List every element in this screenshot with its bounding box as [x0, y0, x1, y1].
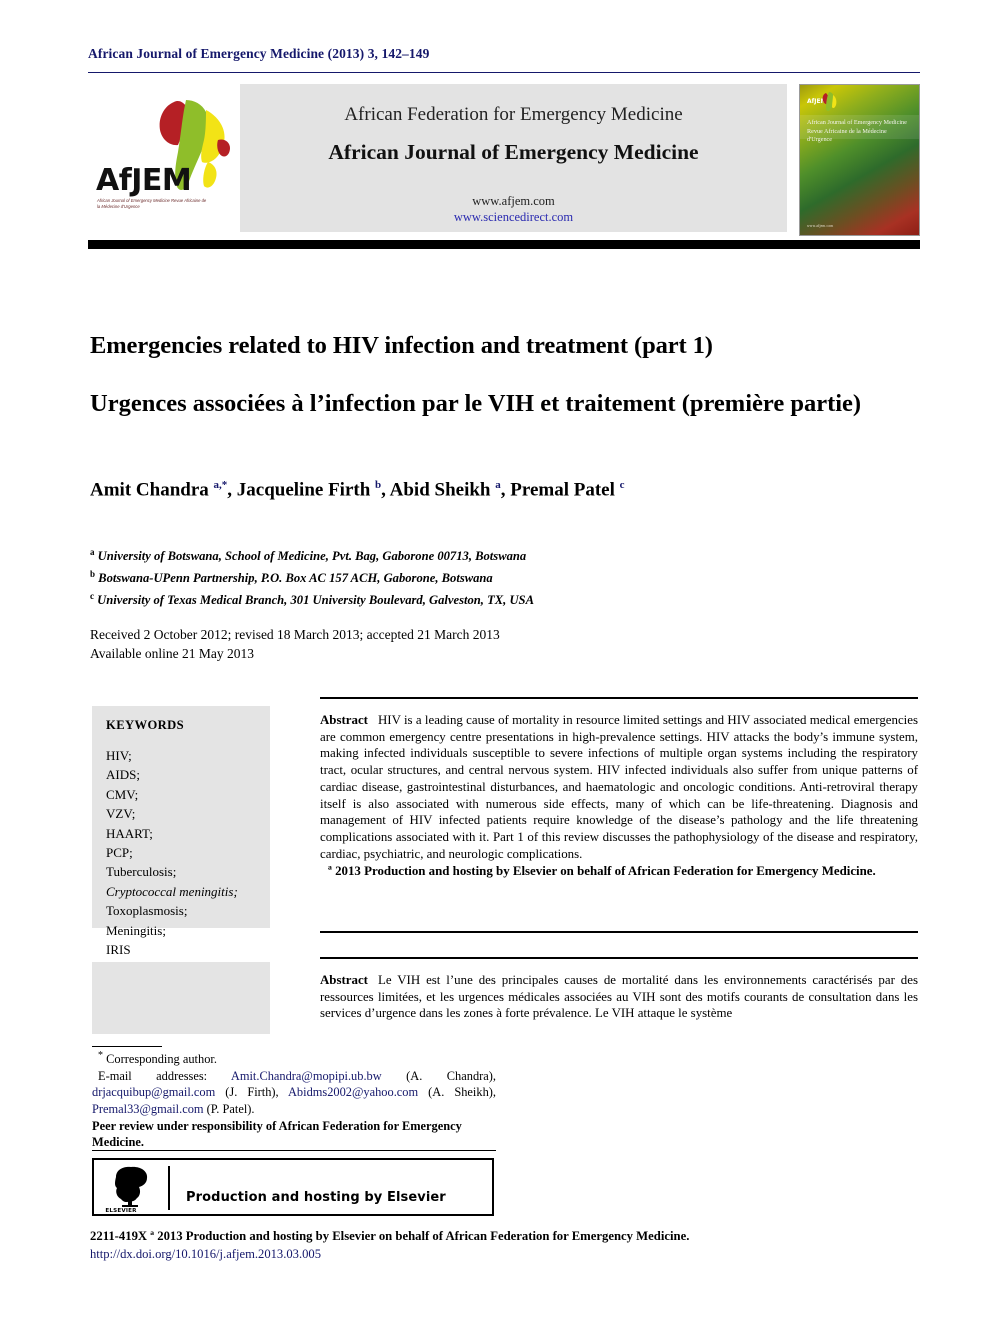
affiliation-text: University of Botswana, School of Medici… [94, 549, 527, 564]
author-separator: , [381, 479, 390, 501]
abstract-english-copyright: ª 2013 Production and hosting by Elsevie… [328, 864, 876, 879]
dates-received-line: Received 2 October 2012; revised 18 Marc… [90, 627, 500, 642]
elsevier-production-box: ELSEVIER Production and hosting by Elsev… [92, 1158, 494, 1216]
corresponding-author-mark: * [98, 1050, 103, 1061]
keywords-heading: KEYWORDS [106, 718, 185, 732]
corresponding-author-note: * Corresponding author. [92, 1048, 496, 1068]
keyword-item: VZV; [106, 806, 136, 822]
email-owner: (A. Sheikh), [418, 1085, 496, 1100]
sciencedirect-url[interactable]: www.sciencedirect.com [240, 210, 787, 225]
affiliation-text: University of Texas Medical Branch, 301 … [94, 593, 534, 608]
abstract-rule-top [320, 697, 918, 699]
author-separator: , [500, 479, 511, 501]
author-affiliation-mark: c [619, 479, 625, 491]
author-name: Abid Sheikh [389, 479, 496, 501]
issn-copyright-line: 2211-419X ª 2013 Production and hosting … [90, 1229, 690, 1243]
abstract-english-body: Abstract HIV is a leading cause of mortal… [320, 712, 918, 862]
elsevier-box-divider [168, 1166, 170, 1210]
email-label: E-mail addresses: [98, 1068, 231, 1083]
keywords-list: HIV; AIDS; CMV; VZV; HAART; PCP; Tuberculosis;… [106, 746, 238, 959]
journal-name: African Journal of Emergency Medicine [328, 140, 699, 164]
keyword-item: AIDS; [106, 767, 140, 783]
abstract-english-text: HIV is a leading cause of mortality in r… [320, 713, 918, 861]
keyword-item: CMV; [106, 786, 139, 802]
cover-title-fr: Revue Africaine de la Médecine d'Urgence [807, 127, 887, 144]
keyword-item: HIV; [106, 748, 132, 763]
email-owner: (J. Firth), [215, 1085, 288, 1100]
abstract-rule-middle [320, 931, 918, 933]
afjem-logo-subtitle: African Journal of Emergency Medicine Re… [97, 198, 207, 209]
peer-review-note: Peer review under responsibility of Afri… [92, 1118, 462, 1150]
afjem-logo: AfJEM African Journal of Emergency Medic… [96, 94, 240, 226]
footnote-rule [92, 1046, 162, 1047]
author-separator: , [227, 479, 237, 501]
footnote-bottom-rule [92, 1150, 496, 1151]
keyword-item: HAART; [106, 825, 153, 841]
masthead-band: African Federation for Emergency Medicin… [240, 84, 787, 232]
cover-title: African Journal of Emergency Medicine Re… [807, 119, 913, 145]
author-name: Premal Patel [510, 479, 620, 501]
footnote-block: * Corresponding author. E-mail addresses… [92, 1048, 496, 1151]
elsevier-wordmark: ELSEVIER [105, 1208, 137, 1214]
elsevier-tree-icon [115, 1166, 148, 1207]
journal-cover-thumbnail: AfJEM African Journal of Emergency Medic… [799, 84, 920, 236]
author-list: Amit Chandra a,*, Jacqueline Firth b, Ab… [90, 479, 920, 501]
affiliation-item: b Botswana-UPenn Partnership, P.O. Box A… [90, 565, 850, 587]
affiliation-item: c University of Texas Medical Branch, 30… [90, 587, 850, 609]
publication-dates: Received 2 October 2012; revised 18 Marc… [90, 625, 790, 663]
abstract-french-label: Abstract [320, 973, 368, 987]
cover-title-en: African Journal of Emergency Medicine [807, 119, 907, 126]
corresponding-author-text: Corresponding author. [106, 1052, 217, 1067]
cover-footer-url: www.afjem.com [807, 224, 834, 228]
journal-masthead: AfJEM African Journal of Emergency Medic… [88, 84, 920, 236]
affiliation-item: a University of Botswana, School of Medi… [90, 543, 850, 565]
affiliation-list: a University of Botswana, School of Medi… [90, 543, 850, 610]
keyword-item: Tuberculosis; [106, 864, 177, 880]
masthead-bottom-rule [88, 240, 920, 249]
running-head-rule [88, 72, 920, 73]
author-name: Jacqueline Firth [236, 479, 376, 501]
abstract-french-text: Le VIH est l’une des principales causes … [320, 973, 918, 1021]
keyword-item: Cryptococcal meningitis; [106, 883, 238, 899]
email-addresses: E-mail addresses: Amit.Chandra@mopipi.ub… [92, 1068, 496, 1118]
author-affiliation-mark: a,* [213, 479, 228, 491]
running-head: African Journal of Emergency Medicine (2… [88, 46, 430, 61]
abstract-english: Abstract HIV is a leading cause of mortal… [320, 712, 918, 880]
journal-url[interactable]: www.afjem.com [240, 194, 787, 209]
afjem-wordmark: AfJEM [96, 163, 192, 198]
email-link[interactable]: drjacquibup@gmail.com [92, 1085, 215, 1099]
keyword-item: PCP; [106, 845, 133, 861]
abstract-english-label: Abstract [320, 713, 368, 727]
keyword-item: IRIS [106, 942, 131, 958]
keyword-item: Toxoplasmosis; [106, 903, 188, 919]
keywords-panel: KEYWORDS HIV; AIDS; CMV; VZV; HAART; PCP; Tube… [92, 706, 270, 957]
cover-afjem-icon: AfJEM [807, 92, 837, 112]
article-title-french: Urgences associées à l’infection par le … [90, 390, 862, 418]
article-title-english: Emergencies related to HIV infection and… [90, 332, 713, 360]
email-link[interactable]: Premal33@gmail.com [92, 1102, 204, 1116]
article-first-page: African Journal of Emergency Medicine (2… [0, 0, 992, 1323]
elsevier-production-label: Production and hosting by Elsevier [186, 1190, 446, 1205]
keyword-item: Meningitis; [106, 922, 166, 938]
email-owner: (P. Patel). [203, 1101, 255, 1116]
doi-link[interactable]: http://dx.doi.org/10.1016/j.afjem.2013.0… [90, 1247, 321, 1262]
abstract-french: Abstract Le VIH est l’une des principales… [320, 972, 918, 1022]
email-link[interactable]: Amit.Chandra@mopipi.ub.bw [231, 1069, 382, 1083]
email-link[interactable]: Abidms2002@yahoo.com [288, 1085, 418, 1099]
email-owner: (A. Chandra), [381, 1068, 496, 1083]
abstract-rule-french-top [320, 957, 918, 959]
keywords-panel-secondary [92, 962, 270, 1034]
author-name: Amit Chandra [90, 479, 214, 501]
affiliation-text: Botswana-UPenn Partnership, P.O. Box AC … [95, 571, 493, 586]
federation-name: African Federation for Emergency Medicin… [344, 104, 683, 125]
dates-online-line: Available online 21 May 2013 [90, 646, 254, 661]
